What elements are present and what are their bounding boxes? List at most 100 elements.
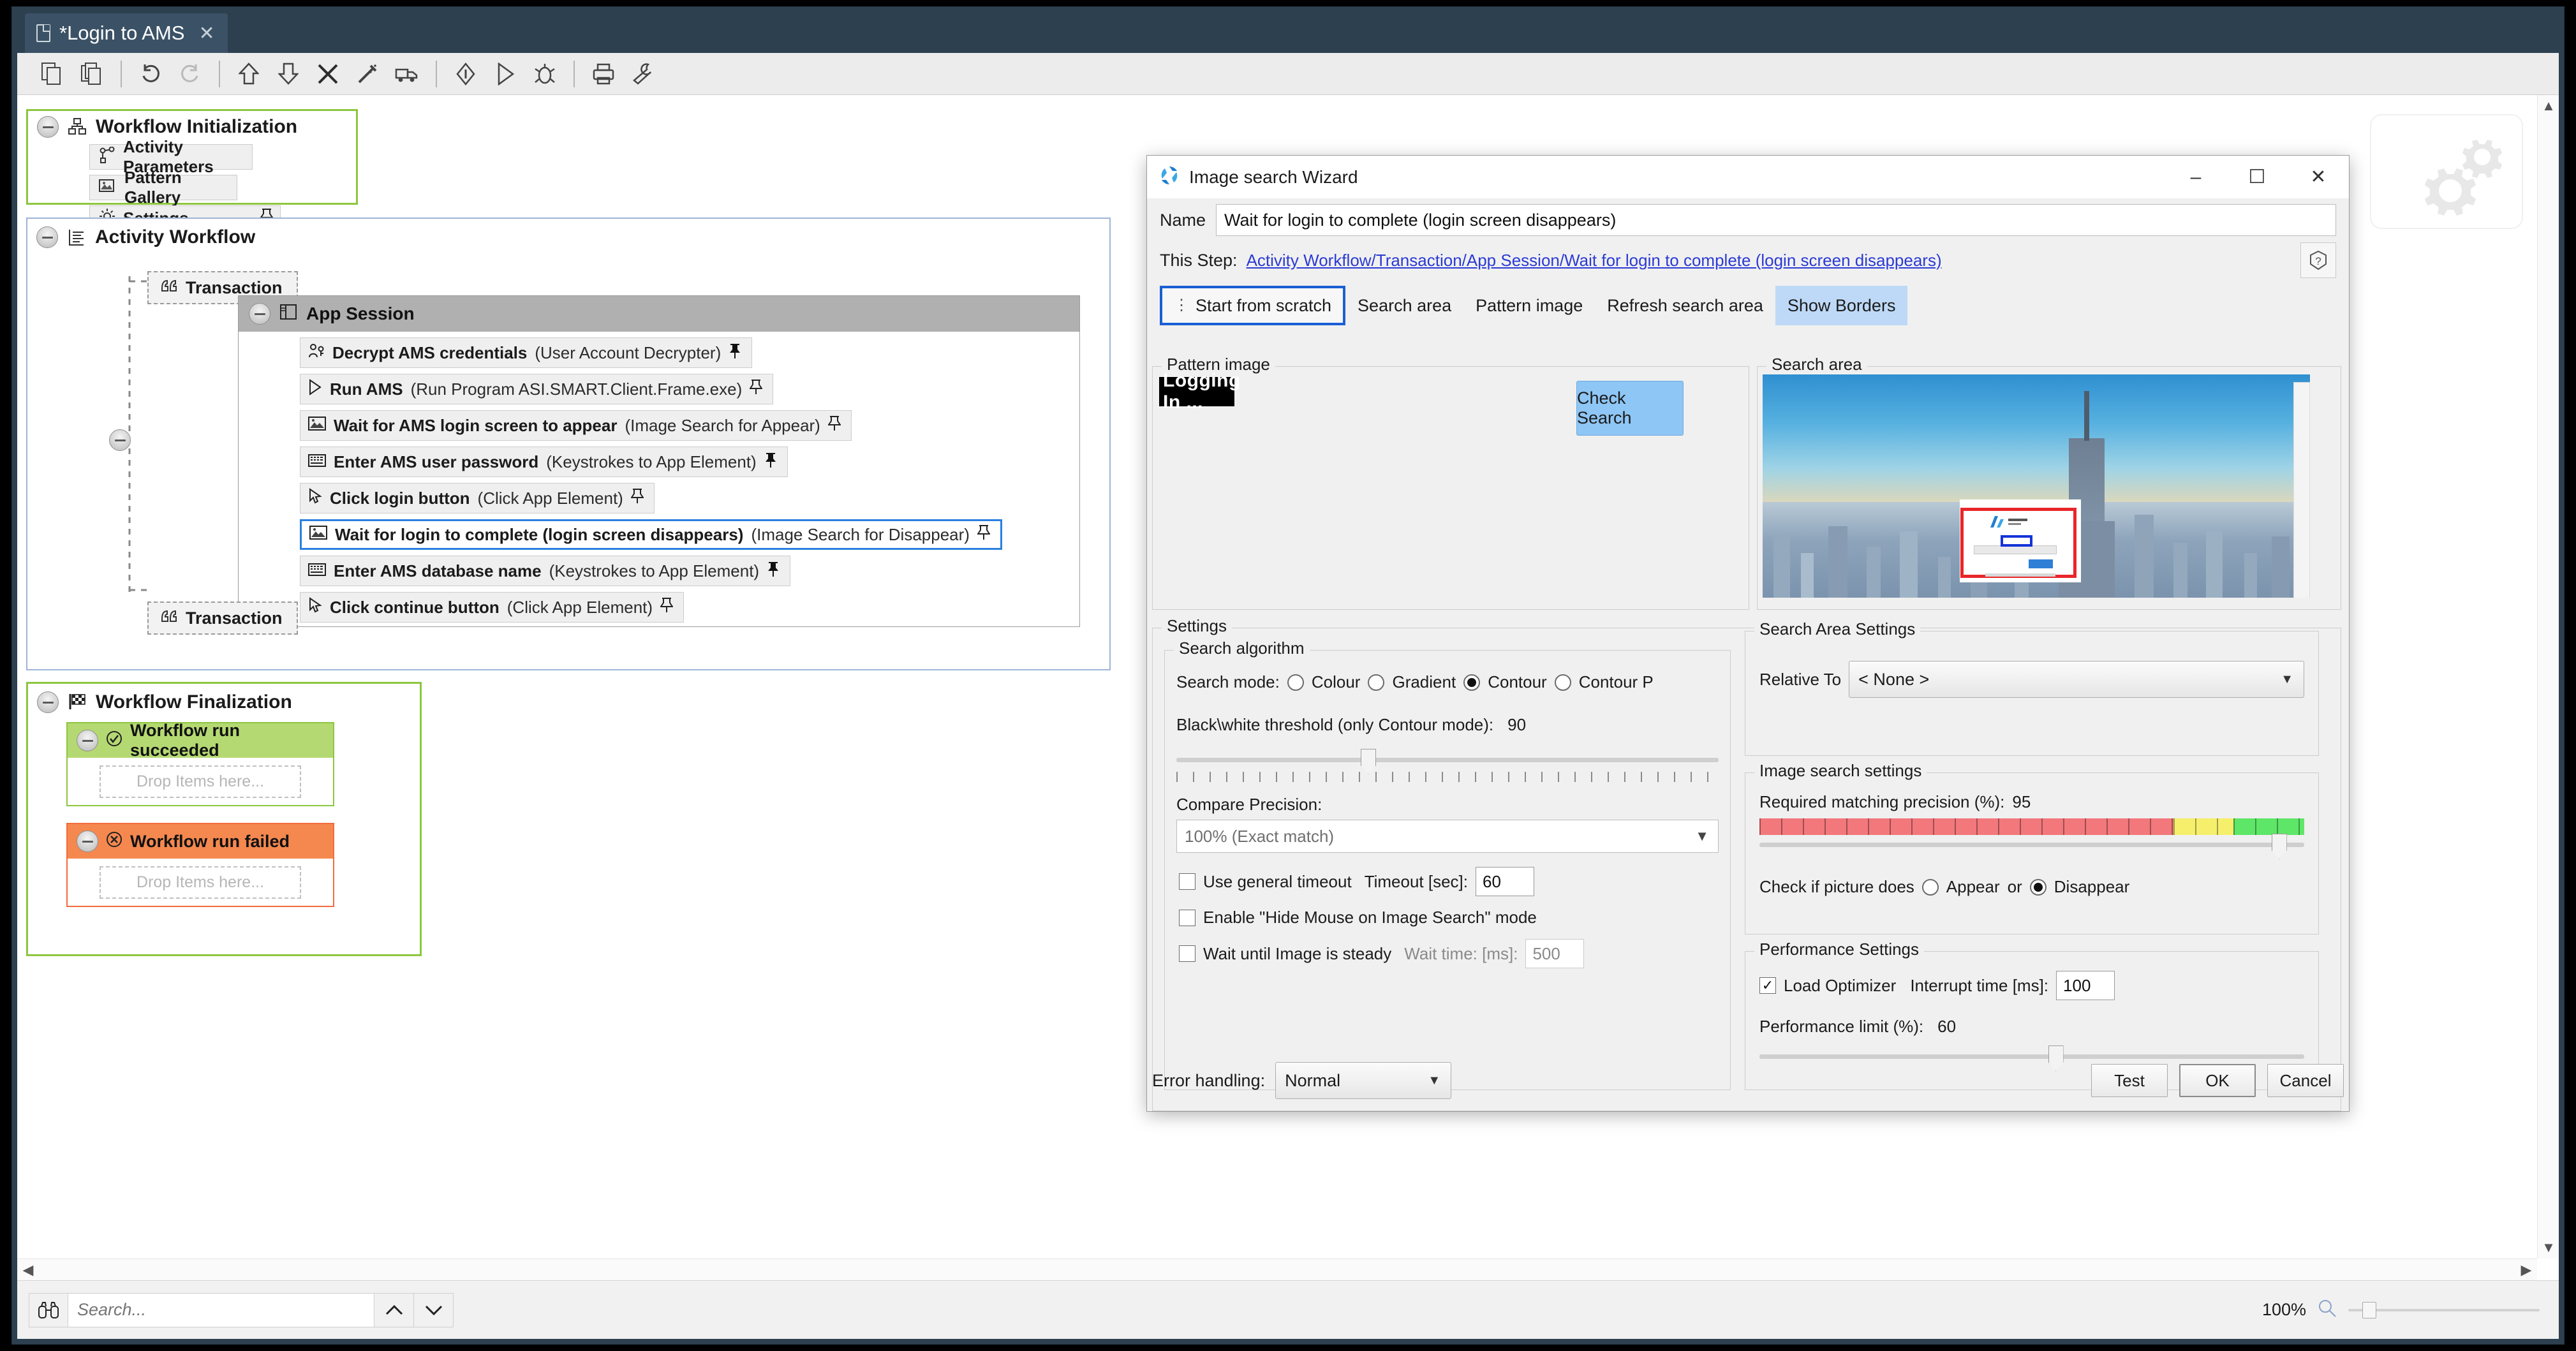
pin-outline-icon[interactable] [828, 415, 841, 436]
workflow-step-1[interactable]: Decrypt AMS credentials(User Account Dec… [300, 337, 752, 368]
zoom-slider[interactable] [2348, 1302, 2540, 1318]
workflow-run-failed-group[interactable]: Workflow run failed Drop Items here... [66, 823, 334, 907]
copy-icon[interactable] [33, 54, 72, 94]
workflow-run-succeeded-header[interactable]: Workflow run succeeded [68, 723, 333, 758]
scroll-right-icon[interactable]: ▶ [2515, 1259, 2537, 1280]
tools-icon[interactable] [623, 54, 663, 94]
validate-icon[interactable] [446, 54, 485, 94]
this-step-link[interactable]: Activity Workflow/Transaction/App Sessio… [1247, 251, 1942, 270]
app-session-group[interactable]: App Session Decrypt AMS credentials(User… [238, 295, 1080, 627]
workflow-run-succeeded-group[interactable]: Workflow run succeeded Drop Items here..… [66, 722, 334, 806]
workflow-run-failed-header[interactable]: Workflow run failed [68, 824, 333, 859]
preview-vertical-scrollbar[interactable] [2293, 382, 2310, 598]
workflow-step-3[interactable]: Wait for AMS login screen to appear(Imag… [300, 410, 852, 441]
workflow-step-6[interactable]: Wait for login to complete (login screen… [300, 519, 1002, 550]
pin-outline-icon[interactable] [977, 524, 990, 545]
workflow-finalization-header[interactable]: Workflow Finalization [28, 684, 420, 713]
scroll-up-icon[interactable]: ▲ [2538, 95, 2559, 117]
workflow-initialization-group[interactable]: Workflow Initialization Activity Paramet… [26, 109, 358, 205]
hide-mouse-checkbox[interactable] [1179, 910, 1195, 926]
pin-solid-icon[interactable] [764, 452, 777, 473]
search-next-button[interactable] [414, 1293, 454, 1327]
maximize-icon[interactable]: ☐ [2226, 156, 2288, 198]
pin-outline-icon[interactable] [660, 597, 673, 618]
pattern-gallery-button[interactable]: Pattern Gallery [89, 175, 237, 200]
interrupt-time-input[interactable]: 100 [2056, 971, 2115, 1000]
print-icon[interactable] [584, 54, 623, 94]
magic-wand-icon[interactable] [348, 54, 387, 94]
search-prev-button[interactable] [374, 1293, 414, 1327]
activity-parameters-button[interactable]: Activity Parameters [89, 144, 253, 170]
collapse-icon[interactable] [37, 116, 59, 138]
workflow-finalization-group[interactable]: Workflow Finalization Workflow run succe… [26, 682, 422, 956]
radio-contour-p[interactable] [1555, 674, 1571, 691]
pin-outline-icon[interactable] [750, 379, 762, 400]
tab-refresh-search-area[interactable]: Refresh search area [1595, 286, 1775, 325]
cancel-button[interactable]: Cancel [2267, 1064, 2344, 1097]
collapse-icon[interactable] [249, 303, 270, 325]
scroll-down-icon[interactable]: ▼ [2538, 1237, 2559, 1259]
zoom-magnifier-icon[interactable] [2318, 1299, 2337, 1321]
test-button[interactable]: Test [2091, 1064, 2168, 1097]
activity-workflow-group[interactable]: Activity Workflow Transaction App [26, 218, 1111, 670]
workflow-initialization-header[interactable]: Workflow Initialization [28, 111, 356, 138]
undo-icon[interactable] [131, 54, 170, 94]
ok-button[interactable]: OK [2179, 1064, 2256, 1097]
timeout-sec-input[interactable]: 60 [1476, 867, 1534, 896]
collapse-icon[interactable] [37, 691, 59, 713]
close-icon[interactable]: ✕ [2288, 156, 2349, 198]
compare-precision-select[interactable]: 100% (Exact match) ▼ [1176, 820, 1719, 853]
app-session-header[interactable]: App Session [239, 296, 1079, 332]
error-handling-select[interactable]: Normal ▼ [1275, 1062, 1451, 1099]
radio-colour[interactable] [1287, 674, 1304, 691]
use-general-timeout-checkbox[interactable] [1179, 873, 1195, 890]
workflow-collapse-node[interactable] [109, 429, 131, 451]
radio-disappear[interactable] [2030, 879, 2047, 896]
workflow-step-4[interactable]: Enter AMS user password(Keystrokes to Ap… [300, 447, 788, 477]
paste-icon[interactable] [72, 54, 112, 94]
collapse-icon[interactable] [77, 730, 98, 751]
pin-outline-icon[interactable] [631, 488, 644, 509]
workflow-step-7[interactable]: Enter AMS database name(Keystrokes to Ap… [300, 556, 790, 586]
move-down-icon[interactable] [269, 54, 308, 94]
run-icon[interactable] [485, 54, 525, 94]
canvas-vertical-scrollbar[interactable]: ▲ ▼ [2537, 95, 2559, 1259]
help-icon[interactable]: ? [2300, 242, 2336, 278]
tab-login-to-ams[interactable]: *Login to AMS ✕ [25, 13, 228, 53]
workflow-step-5[interactable]: Click login button(Click App Element) [300, 483, 655, 513]
tab-start-from-scratch[interactable]: ⋮ Start from scratch [1160, 286, 1345, 325]
threshold-slider[interactable] [1176, 749, 1719, 771]
tab-pattern-image[interactable]: Pattern image [1463, 286, 1595, 325]
radio-contour[interactable] [1463, 674, 1480, 691]
activity-workflow-header[interactable]: Activity Workflow [27, 219, 1109, 248]
check-search-button[interactable]: Check Search [1576, 381, 1684, 436]
delete-icon[interactable] [308, 54, 348, 94]
image-search-wizard-dialog[interactable]: Image search Wizard – ☐ ✕ Name This Step… [1146, 155, 2350, 1112]
debug-icon[interactable] [525, 54, 565, 94]
dialog-title-bar[interactable]: Image search Wizard – ☐ ✕ [1147, 156, 2349, 199]
collapse-icon[interactable] [77, 831, 98, 852]
pin-solid-icon[interactable] [767, 561, 780, 582]
scroll-left-icon[interactable]: ◀ [17, 1259, 39, 1280]
move-up-icon[interactable] [229, 54, 269, 94]
precision-slider[interactable] [1759, 818, 2304, 855]
name-input[interactable] [1216, 204, 2336, 236]
transaction-bottom[interactable]: Transaction [147, 602, 298, 635]
workflow-step-8[interactable]: Click continue button(Click App Element) [300, 592, 684, 623]
workflow-step-2[interactable]: Run AMS(Run Program ASI.SMART.Client.Fra… [300, 374, 773, 404]
search-area-preview[interactable] [1763, 374, 2310, 598]
deploy-icon[interactable] [387, 54, 427, 94]
minimize-icon[interactable]: – [2165, 156, 2226, 198]
canvas-horizontal-scrollbar[interactable]: ◀ ▶ [17, 1259, 2537, 1280]
tab-search-area[interactable]: Search area [1345, 286, 1463, 325]
pattern-image-preview[interactable]: Logging In ... [1159, 377, 1234, 406]
binoculars-icon[interactable] [29, 1293, 68, 1327]
close-icon[interactable]: ✕ [198, 22, 214, 45]
pin-solid-icon[interactable] [729, 343, 741, 364]
relative-to-select[interactable]: < None > ▼ [1849, 661, 2304, 698]
tab-show-borders[interactable]: Show Borders [1775, 286, 1908, 325]
radio-gradient[interactable] [1368, 674, 1384, 691]
radio-appear[interactable] [1922, 879, 1939, 896]
collapse-icon[interactable] [36, 226, 58, 248]
search-input[interactable] [68, 1293, 374, 1327]
